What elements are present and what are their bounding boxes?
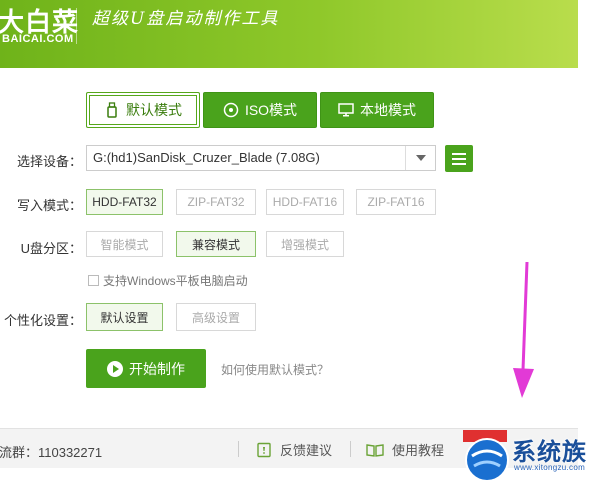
partition-compatible[interactable]: 兼容模式 [176, 231, 256, 257]
qq-group-text: 流群：110332271 [0, 445, 103, 460]
feedback-link[interactable]: 反馈建议 [256, 440, 332, 459]
personalize-default[interactable]: 默认设置 [86, 303, 163, 331]
device-menu-button[interactable] [445, 145, 473, 172]
footer-divider [350, 441, 351, 457]
app-header: 大白菜 BAICAI.COM 超级U盘启动制作工具 [0, 0, 578, 68]
feedback-label: 反馈建议 [280, 443, 333, 458]
device-value: G:(hd1)SanDisk_Cruzer_Blade (7.08G) [93, 150, 320, 165]
tab-label: 本地模式 [360, 102, 416, 118]
watermark-logo-icon [463, 430, 509, 482]
tab-default-mode[interactable]: 默认模式 [86, 92, 200, 128]
partition-label: U盘分区： [20, 241, 82, 256]
write-mode-zip-fat16[interactable]: ZIP-FAT16 [356, 189, 436, 215]
windows-tablet-option[interactable]: 支持Windows平板电脑启动 [88, 272, 248, 289]
tab-local-mode[interactable]: 本地模式 [320, 92, 434, 128]
tab-label: ISO模式 [244, 102, 298, 118]
watermark: 系统族 www.xitongzu.com [460, 430, 611, 484]
write-mode-label: 写入模式： [16, 198, 82, 213]
device-label: 选择设备： [16, 154, 82, 169]
monitor-icon [338, 102, 354, 118]
usb-icon [104, 102, 120, 118]
watermark-text: 系统族 [512, 438, 587, 466]
logo-domain: BAICAI.COM [2, 33, 74, 45]
watermark-url: www.xitongzu.com [514, 463, 586, 472]
write-mode-zip-fat32[interactable]: ZIP-FAT32 [176, 189, 256, 215]
partition-enhanced[interactable]: 增强模式 [266, 231, 344, 257]
tutorial-label: 使用教程 [392, 443, 445, 458]
device-select[interactable]: G:(hd1)SanDisk_Cruzer_Blade (7.08G) [86, 145, 436, 171]
book-icon [366, 443, 384, 457]
play-icon [107, 360, 123, 377]
personalize-label: 个性化设置： [3, 313, 82, 328]
start-button[interactable]: 开始制作 [86, 349, 206, 388]
windows-tablet-checkbox[interactable] [88, 275, 99, 286]
personalize-advanced[interactable]: 高级设置 [176, 303, 256, 331]
write-mode-hdd-fat32[interactable]: HDD-FAT32 [86, 189, 163, 215]
tab-label: 默认模式 [126, 102, 182, 118]
write-mode-hdd-fat16[interactable]: HDD-FAT16 [266, 189, 344, 215]
partition-smart[interactable]: 智能模式 [86, 231, 163, 257]
logo-divider [76, 8, 77, 44]
tutorial-link[interactable]: 使用教程 [366, 440, 444, 459]
menu-icon-bar [452, 157, 466, 160]
menu-icon-bar [452, 162, 466, 165]
header-slogan: 超级U盘启动制作工具 [92, 9, 280, 29]
footer-divider [238, 441, 239, 457]
windows-tablet-label: 支持Windows平板电脑启动 [103, 274, 248, 288]
menu-icon-bar [452, 152, 466, 155]
disc-icon [223, 102, 239, 118]
chevron-down-icon[interactable] [405, 146, 435, 170]
feedback-icon [257, 442, 271, 457]
tab-iso-mode[interactable]: ISO模式 [203, 92, 317, 128]
help-link[interactable]: 如何使用默认模式？ [221, 361, 329, 378]
pointer-arrow-icon [513, 262, 534, 398]
start-button-label: 开始制作 [129, 360, 185, 377]
